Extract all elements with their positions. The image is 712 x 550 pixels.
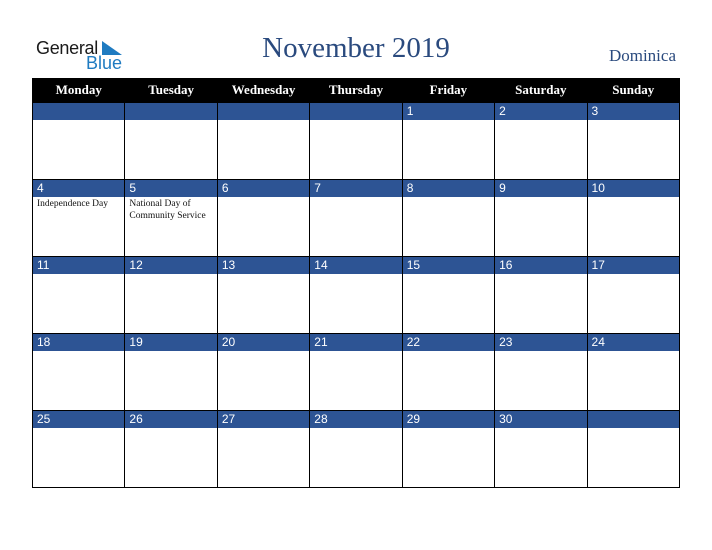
week-row: 4 Independence Day 5 National Day of Commun… — [31, 179, 681, 257]
day-cell: 4 Independence Day — [31, 179, 126, 257]
day-number: 7 — [310, 180, 402, 197]
day-number: 11 — [33, 257, 125, 274]
weekday-header-tuesday: Tuesday — [124, 78, 218, 103]
day-cell: 10 — [586, 179, 681, 257]
week-row: 25 26 27 28 29 30 — [31, 410, 681, 488]
day-cell: 8 — [401, 179, 496, 257]
day-cell — [586, 410, 681, 488]
day-cell: 18 — [31, 333, 126, 411]
day-number: 25 — [33, 411, 125, 428]
day-number — [125, 103, 217, 120]
day-cell: 5 National Day of Community Service — [124, 179, 218, 257]
day-cell: 23 — [494, 333, 588, 411]
day-number: 30 — [495, 411, 587, 428]
weekday-header-wednesday: Wednesday — [216, 78, 311, 103]
day-number: 29 — [402, 411, 495, 428]
day-number: 28 — [310, 411, 402, 428]
holiday-event: Independence Day — [37, 199, 108, 209]
day-number: 10 — [587, 180, 679, 197]
day-number: 14 — [310, 257, 402, 274]
day-number: 27 — [217, 411, 310, 428]
week-row: 11 12 13 14 15 16 17 — [31, 256, 681, 334]
day-cell: 1 — [401, 102, 496, 180]
weekday-header-friday: Friday — [401, 78, 496, 103]
day-cell: 29 — [401, 410, 496, 488]
week-row: 123 — [31, 102, 681, 180]
day-cell: 24 — [586, 333, 681, 411]
day-cell: 3 — [586, 102, 681, 180]
day-number — [33, 103, 125, 120]
day-cell: 20 — [216, 333, 311, 411]
week-row: 18 19 20 21 22 23 24 — [31, 333, 681, 411]
page-title: November 2019 — [262, 32, 450, 64]
day-cell: 22 — [401, 333, 496, 411]
day-number: 13 — [217, 257, 310, 274]
day-number: 26 — [125, 411, 217, 428]
holiday-event: National Day of Community Service — [129, 199, 206, 221]
day-cell: 17 — [586, 256, 681, 334]
day-number: 12 — [125, 257, 217, 274]
day-cell: 7 — [309, 179, 403, 257]
day-cell: 28 — [309, 410, 403, 488]
day-number: 20 — [217, 334, 310, 351]
day-number: 19 — [125, 334, 217, 351]
day-number: 3 — [587, 103, 679, 120]
weekday-header-thursday: Thursday — [309, 78, 403, 103]
country-label: Dominica — [608, 46, 676, 65]
day-number: 24 — [587, 334, 679, 351]
day-cell: 19 — [124, 333, 218, 411]
day-cell: 27 — [216, 410, 311, 488]
day-cell: 9 — [494, 179, 588, 257]
day-number: 9 — [495, 180, 587, 197]
day-number: 4 — [33, 180, 125, 197]
day-cell: 11 — [31, 256, 126, 334]
calendar-grid: Monday Tuesday Wednesday Thursday Friday Satu… — [31, 78, 681, 488]
day-cell: 13 — [216, 256, 311, 334]
day-number: 16 — [495, 257, 587, 274]
day-number: 2 — [495, 103, 587, 120]
day-number: 21 — [310, 334, 402, 351]
day-number — [217, 103, 310, 120]
day-number: 18 — [33, 334, 125, 351]
day-number: 22 — [402, 334, 495, 351]
day-number: 6 — [217, 180, 310, 197]
day-cell — [216, 102, 311, 180]
weekday-header-monday: Monday — [31, 78, 126, 103]
weekday-header-row: Monday Tuesday Wednesday Thursday Friday Satu… — [31, 78, 681, 103]
day-number: 17 — [587, 257, 679, 274]
day-number: 5 — [125, 180, 217, 197]
day-cell — [309, 102, 403, 180]
day-cell: 30 — [494, 410, 588, 488]
day-cell: 16 — [494, 256, 588, 334]
day-cell: 14 — [309, 256, 403, 334]
day-number — [587, 411, 679, 428]
day-cell — [31, 102, 126, 180]
day-number: 23 — [495, 334, 587, 351]
day-cell — [124, 102, 218, 180]
day-cell: 21 — [309, 333, 403, 411]
weekday-header-saturday: Saturday — [494, 78, 588, 103]
day-cell: 15 — [401, 256, 496, 334]
day-number: 15 — [402, 257, 495, 274]
day-cell: 26 — [124, 410, 218, 488]
day-cell: 2 — [494, 102, 588, 180]
day-cell: 12 — [124, 256, 218, 334]
day-number: 8 — [402, 180, 495, 197]
day-cell: 25 — [31, 410, 126, 488]
weekday-header-sunday: Sunday — [586, 78, 681, 103]
day-cell: 6 — [216, 179, 311, 257]
day-number: 1 — [402, 103, 495, 120]
day-number — [310, 103, 402, 120]
